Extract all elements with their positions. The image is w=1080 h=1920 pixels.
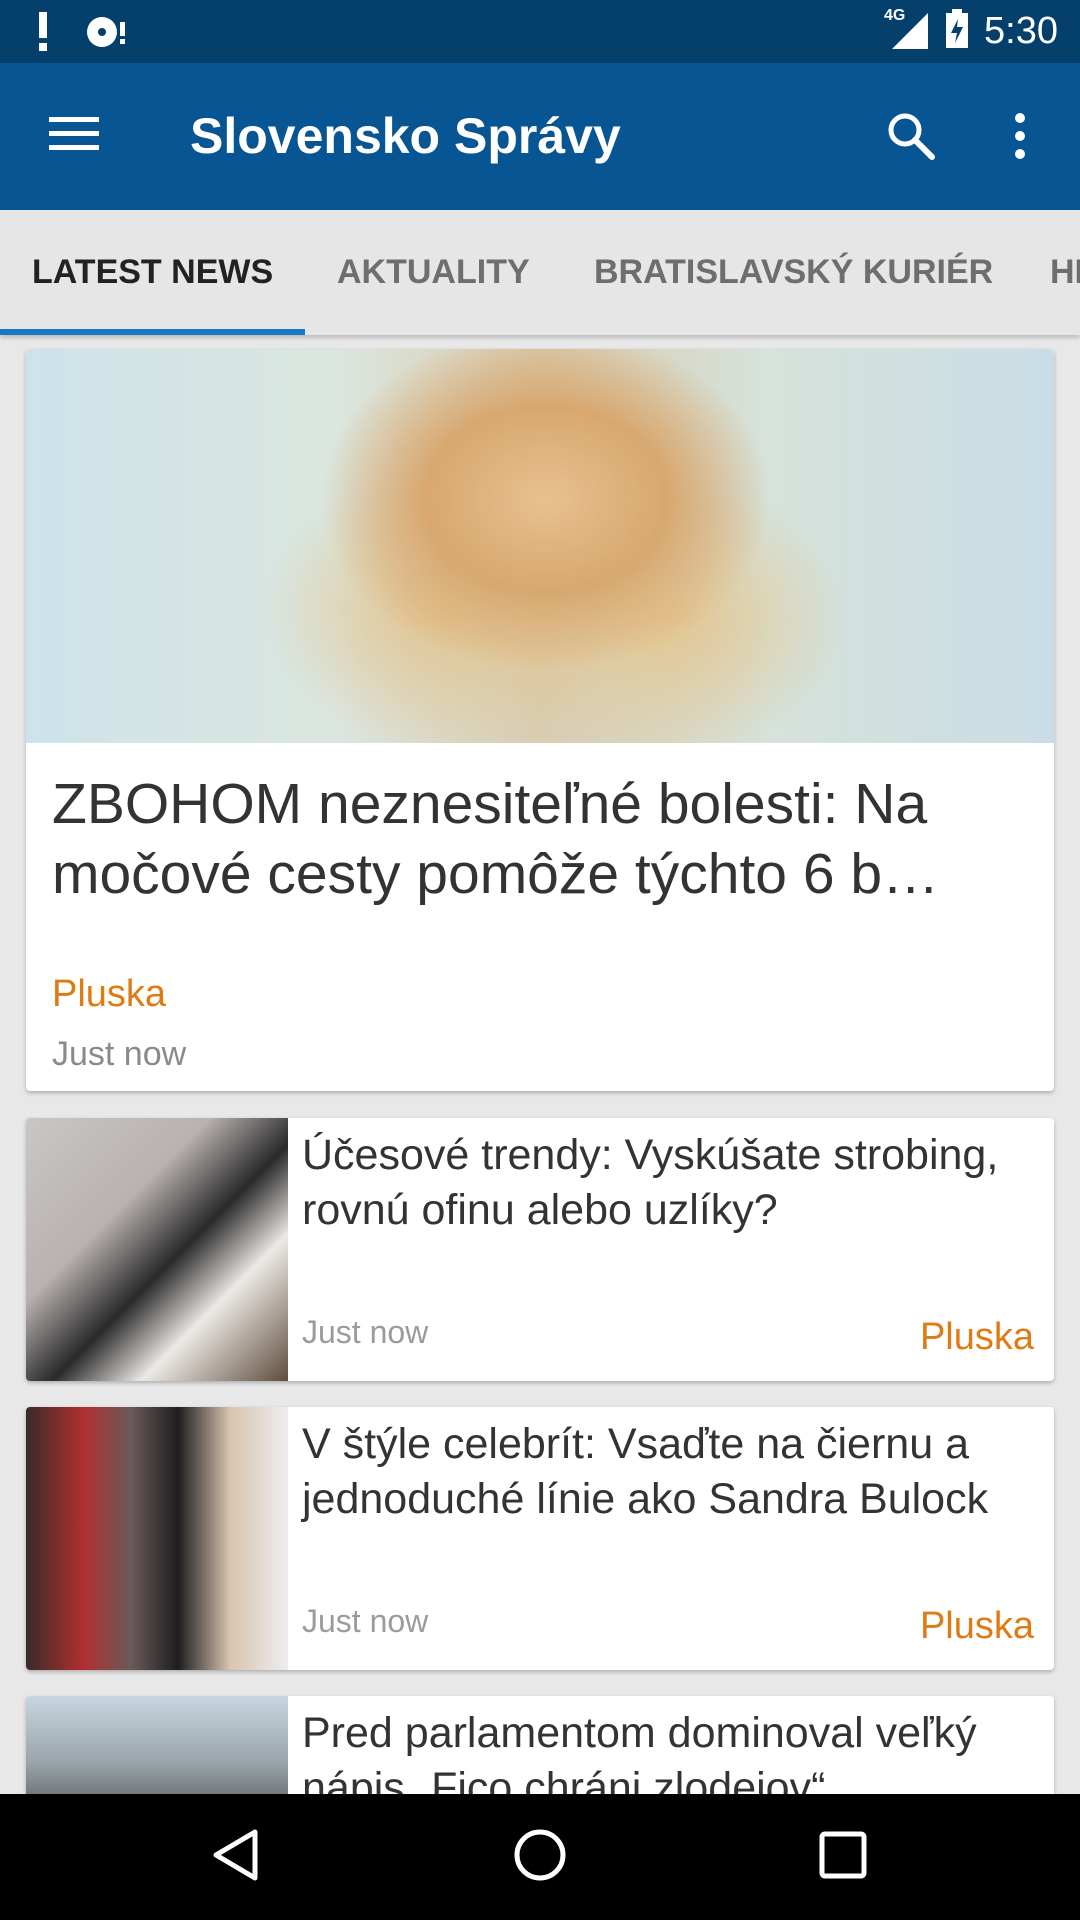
article-title: Účesové trendy: Vyskúšate strobing, rovn… xyxy=(302,1131,999,1234)
battery-icon xyxy=(944,8,970,54)
back-button[interactable] xyxy=(200,1824,270,1890)
featured-article-source: Pluska xyxy=(52,973,167,1015)
article-card[interactable]: Pred parlamentom dominoval veľký nápis „… xyxy=(26,1696,1054,1794)
article-source: Pluska xyxy=(919,1316,1034,1358)
more-options-button[interactable] xyxy=(990,103,1050,173)
article-thumbnail xyxy=(26,1696,288,1794)
tab-indicator xyxy=(0,329,305,335)
featured-article-card[interactable]: ZBOHOM neznesiteľné bolesti: Na močové c… xyxy=(26,349,1054,1091)
alert-icon xyxy=(36,12,50,57)
back-icon xyxy=(210,1828,260,1887)
recents-icon xyxy=(818,1830,868,1885)
tab-bratislavsky-kurier[interactable]: BRATISLAVSKÝ KURIÉR xyxy=(594,210,993,335)
featured-article-title: ZBOHOM neznesiteľné bolesti: Na močové c… xyxy=(52,772,940,906)
navigation-bar xyxy=(0,1794,1080,1920)
menu-button[interactable] xyxy=(36,105,112,165)
home-button[interactable] xyxy=(505,1824,575,1890)
article-title: V štýle celebrít: Vsaďte na čiernu a jed… xyxy=(302,1420,989,1523)
search-icon xyxy=(886,111,936,166)
tab-partial[interactable]: HI xyxy=(1050,210,1080,335)
featured-article-image xyxy=(26,349,1054,743)
featured-article-time: Just now xyxy=(52,1035,187,1073)
network-label: 4G xyxy=(884,7,906,24)
article-thumbnail xyxy=(26,1407,288,1670)
disc-alert-icon xyxy=(86,14,130,55)
news-feed[interactable]: ZBOHOM neznesiteľné bolesti: Na močové c… xyxy=(0,335,1080,1794)
tab-latest-news[interactable]: LATEST NEWS xyxy=(32,210,273,335)
article-time: Just now xyxy=(302,1314,429,1350)
article-card[interactable]: V štýle celebrít: Vsaďte na čiernu a jed… xyxy=(26,1407,1054,1670)
article-thumbnail xyxy=(26,1118,288,1381)
article-source: Pluska xyxy=(919,1605,1034,1647)
status-bar: 4G 5:30 xyxy=(0,0,1080,63)
home-icon xyxy=(513,1828,567,1887)
status-time: 5:30 xyxy=(984,9,1058,52)
recents-button[interactable] xyxy=(808,1824,878,1890)
article-card[interactable]: Účesové trendy: Vyskúšate strobing, rovn… xyxy=(26,1118,1054,1381)
tab-aktuality[interactable]: AKTUALITY xyxy=(337,210,530,335)
app-bar: Slovensko Správy xyxy=(0,63,1080,210)
tab-bar: LATEST NEWS AKTUALITY BRATISLAVSKÝ KURIÉ… xyxy=(0,210,1080,335)
search-button[interactable] xyxy=(876,103,946,173)
article-title: Pred parlamentom dominoval veľký nápis „… xyxy=(302,1709,977,1794)
more-vert-icon xyxy=(1014,112,1026,164)
app-title: Slovensko Správy xyxy=(190,108,621,164)
signal-icon: 4G xyxy=(884,7,930,51)
menu-icon xyxy=(49,115,99,156)
article-time: Just now xyxy=(302,1603,429,1639)
